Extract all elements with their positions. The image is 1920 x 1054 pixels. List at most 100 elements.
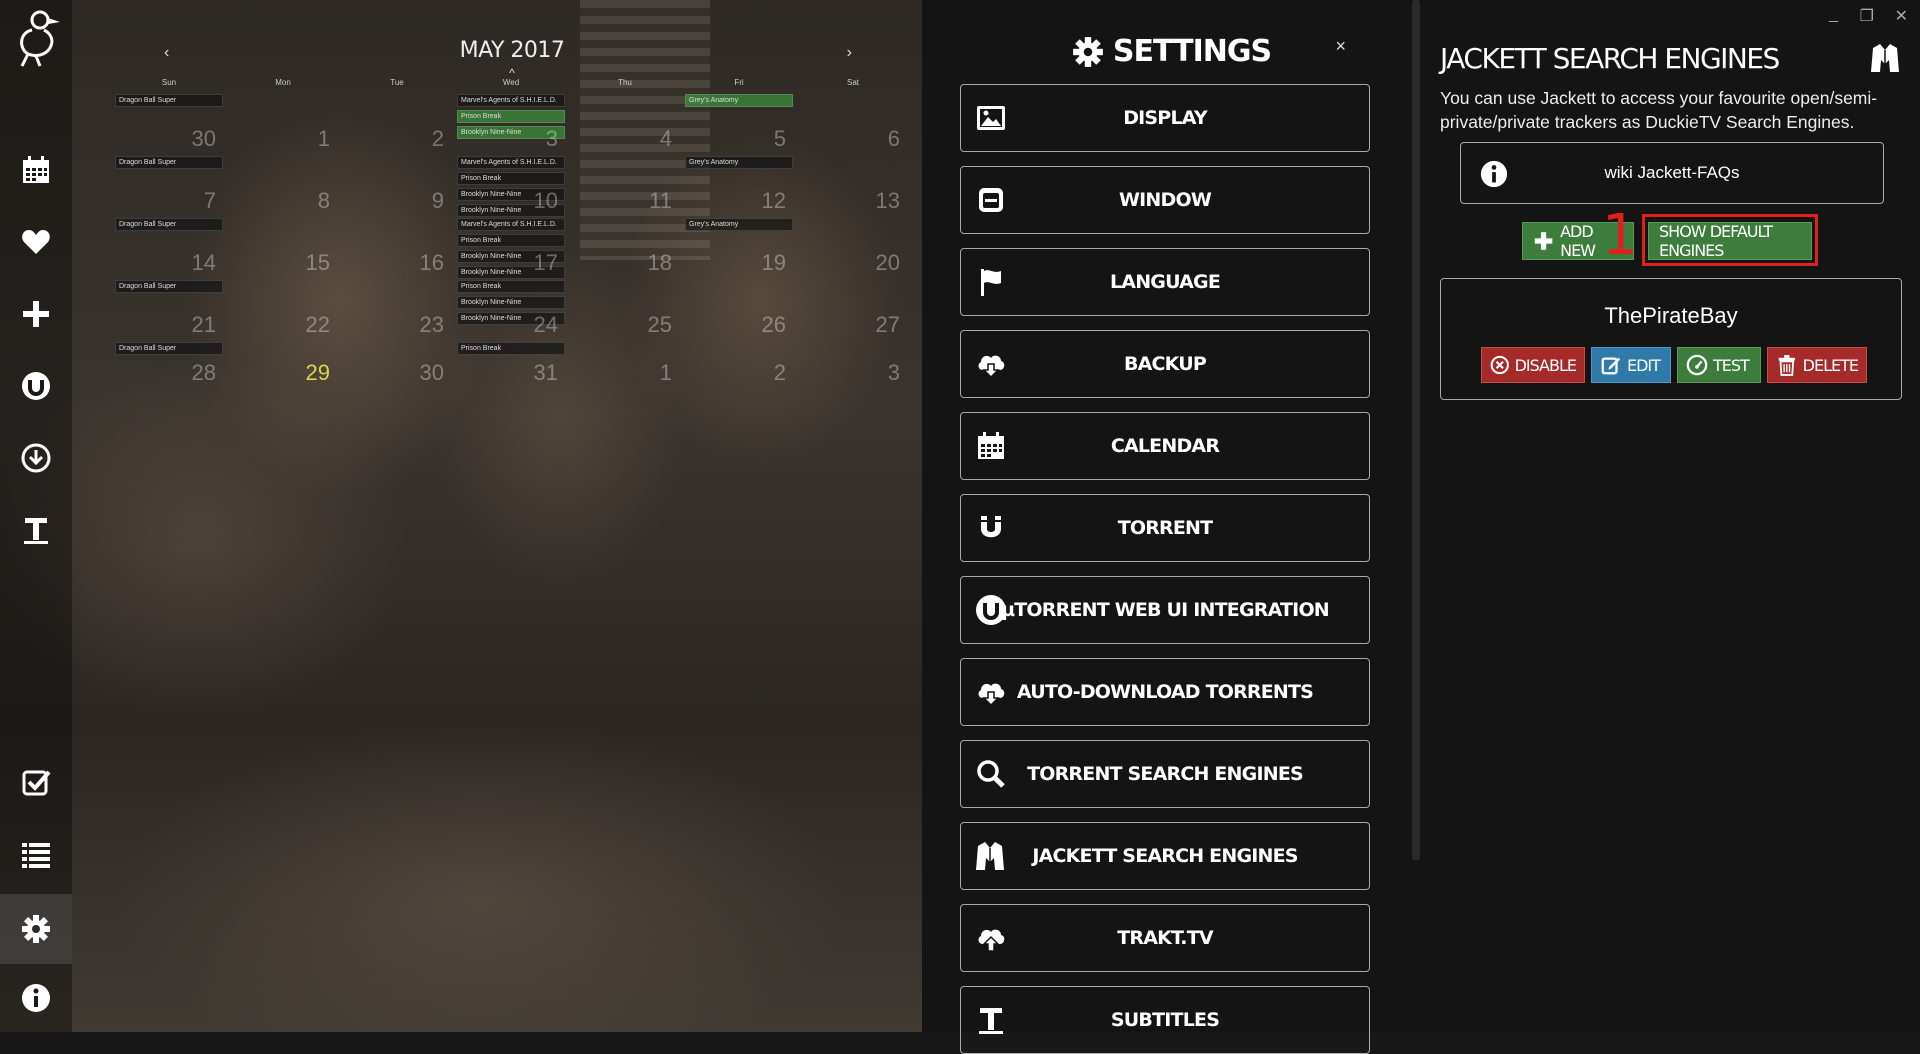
calendar-day-cell[interactable]: 26 — [682, 278, 796, 340]
sidebar-item-list[interactable] — [0, 824, 72, 884]
calendar-day-cell[interactable]: 1 — [568, 340, 682, 388]
sidebar-item-favorites[interactable] — [0, 212, 72, 272]
window-close-button[interactable]: ✕ — [1895, 6, 1908, 26]
calendar-day-cell[interactable]: Dragon Ball Super 30 — [112, 92, 226, 154]
calendar-day-cell[interactable]: 27 — [796, 278, 910, 340]
calendar-day-cell[interactable]: Grey's Anatomy 12 — [682, 154, 796, 216]
calendar-day-cell[interactable]: Dragon Ball Super 14 — [112, 216, 226, 278]
calendar-day-cell[interactable]: Prison Break Brooklyn Nine-Nine Brooklyn N… — [454, 278, 568, 340]
calendar-day-cell[interactable]: Dragon Ball Super 7 — [112, 154, 226, 216]
calendar-day-cell[interactable]: 18 — [568, 216, 682, 278]
calendar-episode[interactable]: Dragon Ball Super — [115, 280, 223, 293]
calendar-day-number: 4 — [659, 126, 672, 151]
sidebar-item-add[interactable] — [0, 284, 72, 344]
calendar-day-cell[interactable]: 2 — [682, 340, 796, 388]
calendar-day-cell[interactable]: 16 — [340, 216, 454, 278]
calendar-day-cell[interactable]: 4 — [568, 92, 682, 154]
settings-menu-backup[interactable]: BACKUP — [960, 330, 1370, 398]
calendar-day-cell[interactable]: 30 — [340, 340, 454, 388]
calendar-episode[interactable]: Grey's Anatomy — [685, 218, 793, 231]
calendar-episode[interactable]: Dragon Ball Super — [115, 342, 223, 355]
calendar-episode[interactable]: Prison Break — [457, 110, 565, 123]
sidebar-item-utorrent[interactable] — [0, 356, 72, 416]
settings-scrollbar[interactable] — [1412, 0, 1420, 860]
calendar-day-cell[interactable]: 15 — [226, 216, 340, 278]
calendar-day-cell[interactable]: 8 — [226, 154, 340, 216]
settings-menu-torrent-search-engines[interactable]: TORRENT SEARCH ENGINES — [960, 740, 1370, 808]
sidebar-item-downloads[interactable] — [0, 428, 72, 488]
calendar-day-number: 2 — [773, 360, 786, 385]
settings-menu-calendar[interactable]: CALENDAR — [960, 412, 1370, 480]
duckietv-logo[interactable] — [10, 8, 62, 68]
calendar-episode[interactable]: Marvel's Agents of S.H.I.E.L.D. — [457, 156, 565, 169]
utorrent-icon — [22, 372, 50, 400]
calendar-day-cell[interactable]: 11 — [568, 154, 682, 216]
weekday-label: Fri — [734, 78, 744, 87]
calendar-episode[interactable]: Marvel's Agents of S.H.I.E.L.D. — [457, 218, 565, 231]
calendar-next-button[interactable]: › — [847, 44, 852, 62]
calendar-episode[interactable]: Grey's Anatomy — [685, 156, 793, 169]
calendar-day-cell[interactable]: 6 — [796, 92, 910, 154]
calendar-day-cell[interactable]: 9 — [340, 154, 454, 216]
engine-disable-button[interactable]: DISABLE — [1481, 347, 1585, 383]
calendar-day-cell[interactable]: 13 — [796, 154, 910, 216]
settings-menu-torrent-web-ui-integration[interactable]: µTORRENT WEB UI INTEGRATION — [960, 576, 1370, 644]
settings-menu-window[interactable]: WINDOW — [960, 166, 1370, 234]
settings-menu-auto-download-torrents[interactable]: AUTO-DOWNLOAD TORRENTS — [960, 658, 1370, 726]
calendar-day-cell[interactable]: Marvel's Agents of S.H.I.E.L.D. Prison Br… — [454, 92, 568, 154]
calendar-day-cell[interactable]: 23 — [340, 278, 454, 340]
calendar-day-cell[interactable]: 29 — [226, 340, 340, 388]
calendar-episode[interactable]: Grey's Anatomy — [685, 94, 793, 107]
calendar-episode[interactable]: Dragon Ball Super — [115, 94, 223, 107]
sidebar-item-subtitles[interactable] — [0, 500, 72, 560]
wiki-jackett-faq-button[interactable]: wiki Jackett-FAQs — [1460, 142, 1884, 204]
calendar-day-cell[interactable]: Prison Break 31 — [454, 340, 568, 388]
sidebar-item-watchlist[interactable] — [0, 752, 72, 812]
calendar-day-cell[interactable]: Grey's Anatomy 19 — [682, 216, 796, 278]
trash-icon — [1778, 355, 1795, 376]
calendar-day-number: 1 — [317, 126, 330, 151]
sidebar-item-calendar[interactable] — [0, 140, 72, 200]
jacket-icon — [1871, 44, 1899, 72]
calendar-episode[interactable]: Dragon Ball Super — [115, 156, 223, 169]
calendar-day-cell[interactable]: 20 — [796, 216, 910, 278]
calendar-day-cell[interactable]: 25 — [568, 278, 682, 340]
settings-menu-subtitles[interactable]: SUBTITLES — [960, 986, 1370, 1054]
calendar-day-cell[interactable]: Grey's Anatomy 5 — [682, 92, 796, 154]
sidebar-item-about[interactable] — [0, 968, 72, 1028]
settings-menu-trakt-tv[interactable]: TRAKT.TV — [960, 904, 1370, 972]
window-restore-button[interactable]: ❐ — [1860, 6, 1874, 26]
calendar-day-cell[interactable]: Marvel's Agents of S.H.I.E.L.D. Prison Br… — [454, 216, 568, 279]
calendar-day-cell[interactable]: 22 — [226, 278, 340, 340]
window-minimize-button[interactable]: _ — [1829, 6, 1838, 24]
calendar-day-number: 24 — [533, 312, 558, 337]
calendar-episode[interactable]: Prison Break — [457, 342, 565, 355]
utorrent-icon — [976, 595, 1006, 625]
sidebar-item-settings[interactable] — [0, 894, 72, 964]
calendar-collapse-icon[interactable]: ^ — [112, 66, 912, 80]
calendar-episode[interactable]: Dragon Ball Super — [115, 218, 223, 231]
calendar-day-cell[interactable]: Marvel's Agents of S.H.I.E.L.D. Prison Br… — [454, 154, 568, 217]
calendar-day-cell[interactable]: Dragon Ball Super 21 — [112, 278, 226, 340]
calendar-episode[interactable]: Marvel's Agents of S.H.I.E.L.D. — [457, 94, 565, 107]
calendar-day-cell[interactable]: 3 — [796, 340, 910, 388]
engine-edit-button[interactable]: EDIT — [1591, 347, 1671, 383]
calendar-episode[interactable]: Prison Break — [457, 234, 565, 247]
calendar-day-number: 11 — [649, 188, 672, 213]
calendar-episode[interactable]: Prison Break — [457, 172, 565, 185]
settings-close-button[interactable]: × — [1335, 36, 1346, 57]
engine-delete-button[interactable]: DELETE — [1767, 347, 1867, 383]
settings-menu-display[interactable]: DISPLAY — [960, 84, 1370, 152]
info-icon — [22, 984, 50, 1012]
settings-menu-torrent[interactable]: TORRENT — [960, 494, 1370, 562]
calendar-day-cell[interactable]: 1 — [226, 92, 340, 154]
calendar-day-cell[interactable]: 2 — [340, 92, 454, 154]
settings-menu-language[interactable]: LANGUAGE — [960, 248, 1370, 316]
engine-test-button[interactable]: TEST — [1677, 347, 1761, 383]
calendar-month-title[interactable]: MAY 2017 — [112, 38, 912, 63]
engine-name: ThePirateBay — [1604, 303, 1738, 328]
calendar-episode[interactable]: Brooklyn Nine-Nine — [457, 296, 565, 309]
calendar-episode[interactable]: Prison Break — [457, 280, 565, 293]
settings-menu-jackett-search-engines[interactable]: JACKETT SEARCH ENGINES — [960, 822, 1370, 890]
calendar-day-cell[interactable]: Dragon Ball Super 28 — [112, 340, 226, 388]
